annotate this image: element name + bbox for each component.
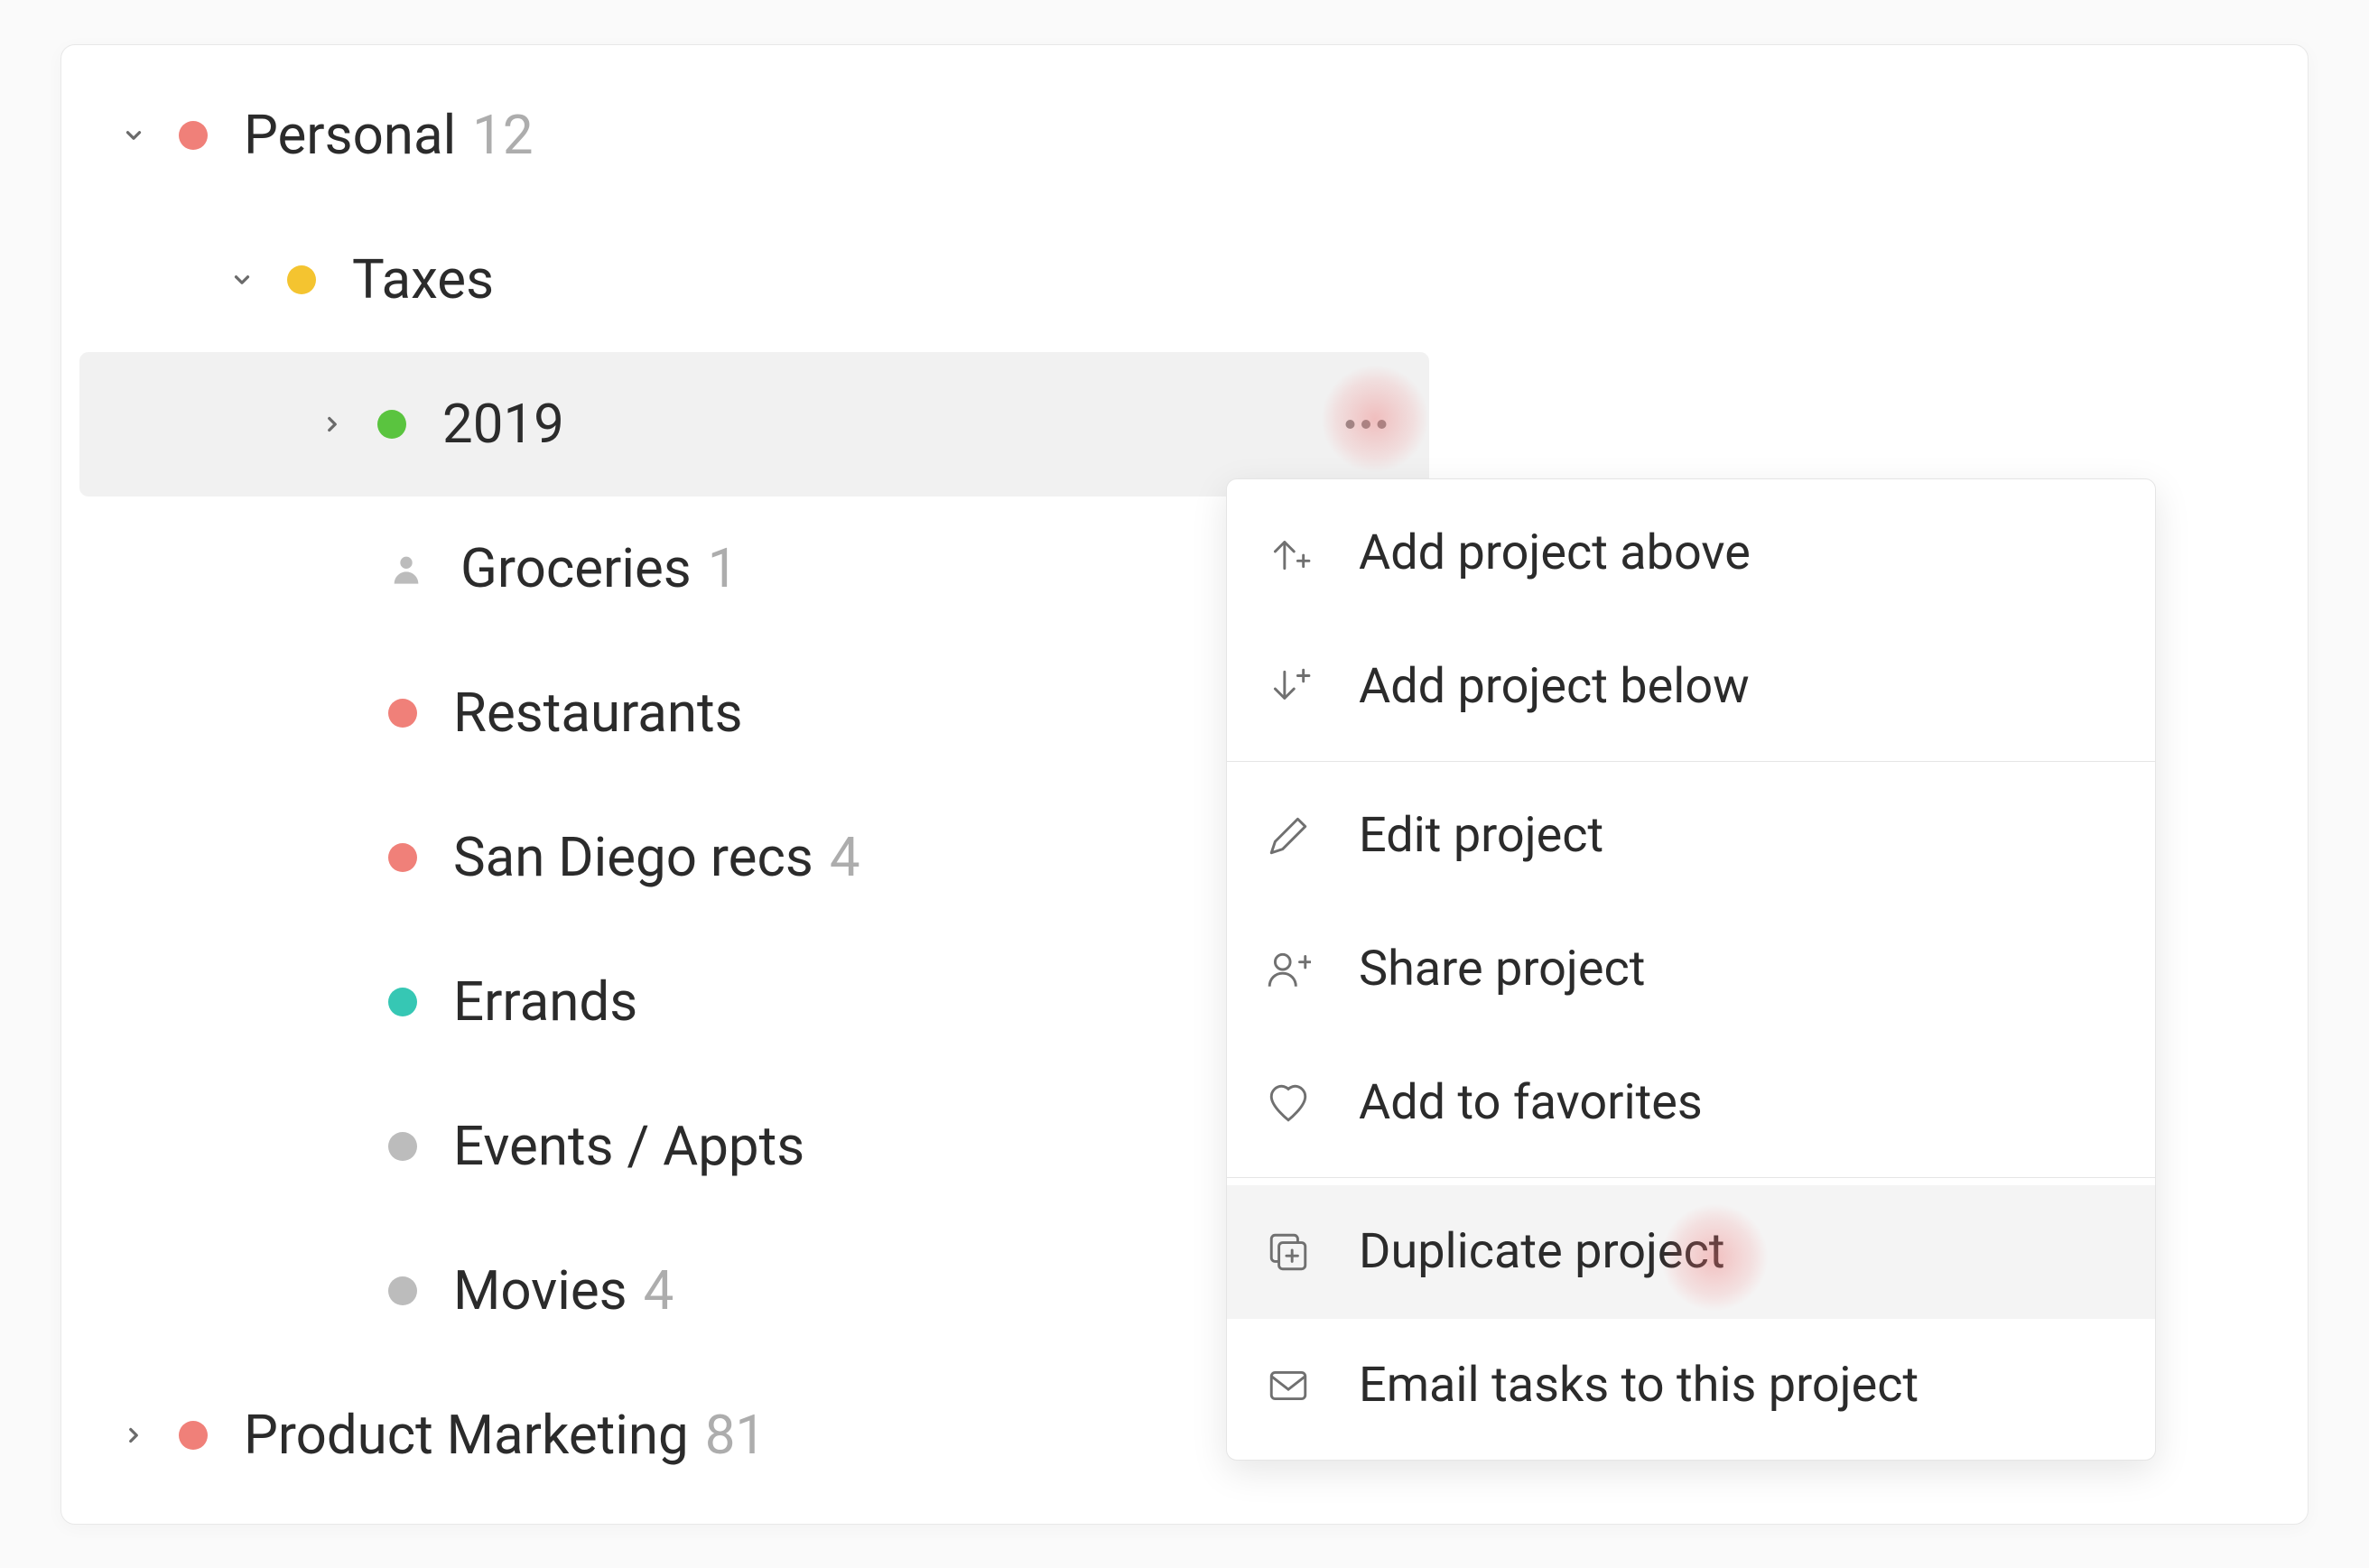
project-label: Events / Appts [453,1114,804,1178]
project-count: 4 [644,1258,674,1322]
person-plus-icon [1263,944,1314,995]
project-count: 1 [708,536,739,600]
project-color-dot [388,1132,417,1161]
menu-item-share-project[interactable]: Share project [1227,903,2155,1036]
context-menu: Add project above Add project below Edit p… [1226,478,2156,1461]
project-color-dot [388,699,417,728]
menu-item-label: Add project below [1359,658,1750,715]
sidebar-item-taxes[interactable]: Taxes [79,208,1429,352]
project-label: 2019 [442,392,564,456]
menu-item-email-tasks-to-this-project[interactable]: Email tasks to this project [1227,1319,2155,1452]
project-color-dot [388,1276,417,1305]
project-count: 81 [705,1403,766,1467]
sidebar-item-personal[interactable]: Personal12 [79,63,1429,208]
project-label: Personal [244,103,456,167]
menu-separator [1227,761,2155,762]
menu-item-label: Add project above [1359,524,1751,581]
project-count: 4 [830,825,860,889]
chevron-right-icon[interactable] [116,1417,152,1453]
project-color-dot [179,1421,208,1450]
project-label: Restaurants [453,681,743,745]
person-icon [388,551,424,587]
menu-item-label: Edit project [1359,807,1603,864]
chevron-down-icon[interactable] [224,262,260,298]
menu-separator [1227,1177,2155,1178]
app-card: Personal12 Taxes 2019 Groceries1 Restaurants… [60,44,2309,1525]
heart-icon [1263,1078,1314,1128]
envelope-icon [1263,1360,1314,1411]
more-options-button[interactable] [1330,388,1402,460]
project-label: Errands [453,970,637,1034]
chevron-right-icon[interactable] [314,406,350,442]
sidebar-item-2019[interactable]: 2019 [79,352,1429,496]
menu-item-label: Duplicate project [1359,1223,1725,1280]
project-color-dot [179,121,208,150]
project-label: Product Marketing [244,1403,689,1467]
menu-item-label: Email tasks to this project [1359,1357,1918,1414]
project-count: 12 [472,103,533,167]
project-label: Groceries [460,536,692,600]
project-label: Taxes [352,247,494,311]
project-color-dot [388,988,417,1016]
project-label: San Diego recs [453,825,813,889]
menu-item-label: Share project [1359,941,1645,997]
project-color-dot [388,843,417,872]
menu-item-add-project-above[interactable]: Add project above [1227,487,2155,620]
menu-item-add-to-favorites[interactable]: Add to favorites [1227,1036,2155,1170]
arrow-down-plus-icon [1263,662,1314,712]
menu-item-label: Add to favorites [1359,1074,1703,1131]
project-label: Movies [453,1258,627,1322]
project-color-dot [377,410,406,439]
duplicate-icon [1263,1227,1314,1277]
menu-item-duplicate-project[interactable]: Duplicate project [1227,1185,2155,1319]
menu-item-add-project-below[interactable]: Add project below [1227,620,2155,754]
arrow-up-plus-icon [1263,528,1314,579]
chevron-down-icon[interactable] [116,117,152,153]
menu-item-edit-project[interactable]: Edit project [1227,769,2155,903]
project-color-dot [287,265,316,294]
pencil-icon [1263,811,1314,861]
